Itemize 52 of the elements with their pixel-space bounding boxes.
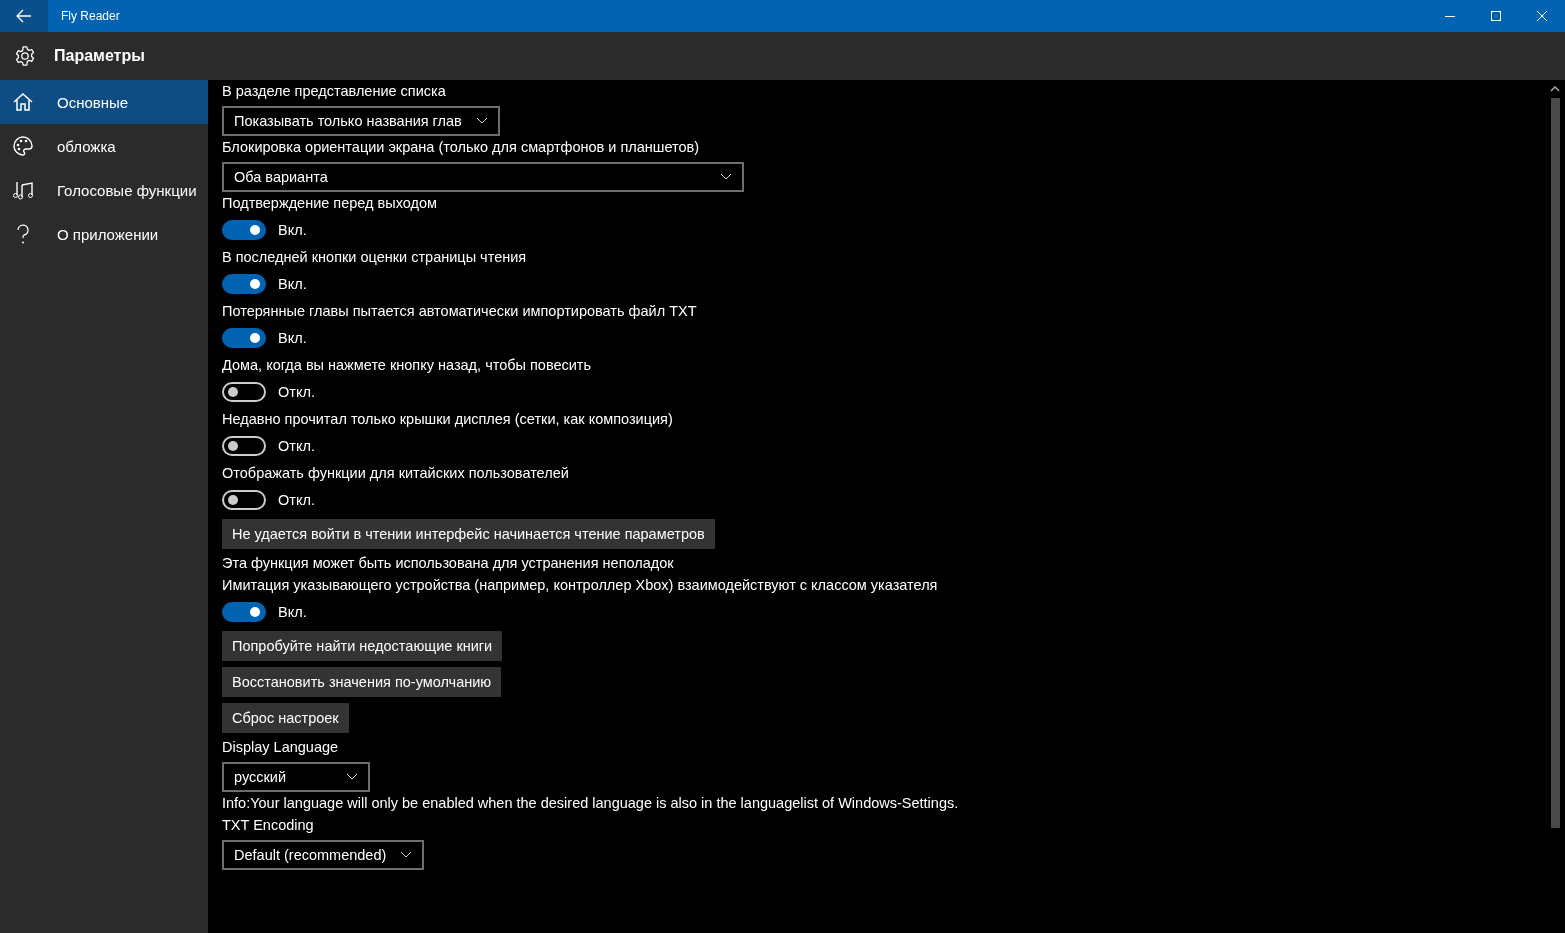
toggle-switch[interactable] <box>222 220 266 240</box>
toggle-state-text: Вкл. <box>278 276 307 292</box>
toggle-state-text: Вкл. <box>278 330 307 346</box>
setting-label: В разделе представление списка <box>222 82 447 101</box>
maximize-icon <box>1490 10 1502 22</box>
sidebar-item[interactable]: Голосовые функции <box>0 168 208 212</box>
home-icon <box>12 91 34 113</box>
chevron-down-icon <box>346 773 358 781</box>
setting-label: Недавно прочитал только крышки дисплея (сетки, как композиция) <box>222 410 674 429</box>
toggle-switch[interactable] <box>222 328 266 348</box>
setting-label: Info:Your language will only be enabled when the desired language is also in the languagelist of Windows-Settings. <box>222 794 960 813</box>
settings-icon <box>14 45 36 67</box>
window-title: Fly Reader <box>61 9 121 23</box>
scroll-up-icon[interactable] <box>1550 86 1560 92</box>
sidebar-item[interactable]: О приложении <box>0 212 208 256</box>
action-button[interactable]: Сброс настроек <box>222 703 349 733</box>
dropdown[interactable]: русский <box>222 762 370 792</box>
setting-label: Подтверждение перед выходом <box>222 194 439 213</box>
dropdown[interactable]: Показывать только названия глав <box>222 106 500 136</box>
chevron-down-icon <box>720 173 732 181</box>
chevron-down-icon <box>400 851 413 859</box>
toggle-state-text: Откл. <box>278 492 315 508</box>
setting-label: TXT Encoding <box>222 816 315 835</box>
toggle-state-text: Вкл. <box>278 222 307 238</box>
dropdown[interactable]: Оба варианта <box>222 162 744 192</box>
setting-label: Потерянные главы пытается автоматически импортировать файл TXT <box>222 302 698 321</box>
sidebar-item[interactable]: Основные <box>0 80 208 124</box>
toggle-state-text: Откл. <box>278 438 315 454</box>
music-notes-icon <box>12 179 34 201</box>
back-arrow-icon <box>16 9 32 23</box>
action-button[interactable]: Не удается войти в чтении интерфейс начинается чтение параметров <box>222 519 715 549</box>
setting-label: Отображать функции для китайских пользователей <box>222 464 570 483</box>
action-button[interactable]: Восстановить значения по-умолчанию <box>222 667 502 697</box>
toggle-switch[interactable] <box>222 602 266 622</box>
toggle-state-text: Откл. <box>278 384 315 400</box>
page-title: Параметры <box>54 47 145 65</box>
setting-label: Блокировка ориентации экрана (только для смартфонов и планшетов) <box>222 138 701 157</box>
setting-label: Display Language <box>222 738 340 757</box>
setting-label: Имитация указывающего устройства (например, контроллер Xbox) взаимодействуют с классом указателя <box>222 576 939 595</box>
close-icon <box>1536 10 1548 22</box>
scrollbar-thumb[interactable] <box>1550 98 1560 828</box>
sidebar-item[interactable]: обложка <box>0 124 208 168</box>
setting-label: В последней кнопки оценки страницы чтения <box>222 248 528 267</box>
back-button[interactable] <box>0 0 48 32</box>
setting-label: Дома, когда вы нажмете кнопку назад, чтобы повесить <box>222 356 593 375</box>
dropdown[interactable]: Default (recommended) <box>222 840 425 870</box>
action-button[interactable]: Попробуйте найти недостающие книги <box>222 631 503 661</box>
setting-label: Эта функция может быть использована для устранения неполадок <box>222 554 675 573</box>
toggle-switch[interactable] <box>222 274 266 294</box>
toggle-state-text: Вкл. <box>278 604 307 620</box>
chevron-down-icon <box>475 117 488 125</box>
palette-icon <box>12 135 34 157</box>
